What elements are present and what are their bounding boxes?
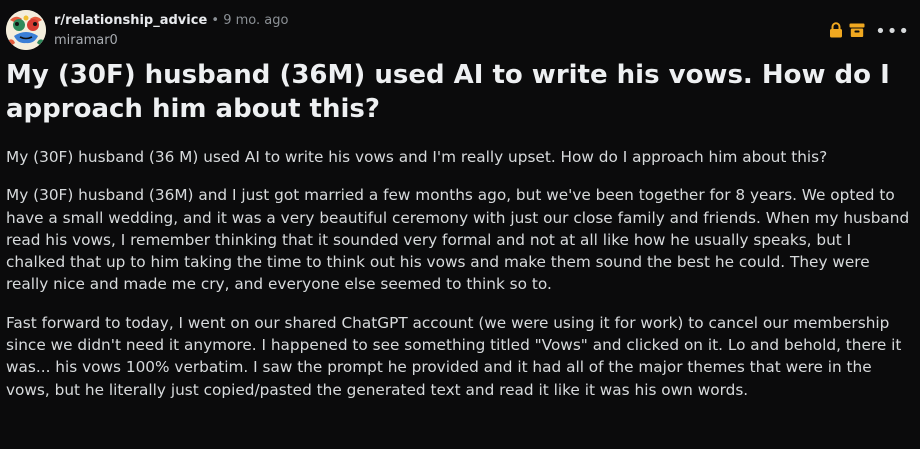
subreddit-link[interactable]: r/relationship_advice: [54, 13, 207, 28]
meta-separator: •: [211, 13, 220, 28]
author-username[interactable]: miramar0: [54, 32, 118, 49]
more-options-icon[interactable]: •••: [871, 23, 914, 41]
post-header: r/relationship_advice • 9 mo. ago mirama…: [6, 8, 914, 54]
archive-icon: [849, 22, 865, 42]
post-paragraph: My (30F) husband (36 M) used AI to write…: [6, 148, 828, 166]
post-paragraph: My (30F) husband (36M) and I just got ma…: [6, 186, 910, 294]
post-age: 9 mo. ago: [223, 13, 289, 28]
post-actions: •••: [829, 22, 914, 42]
post-body: My (30F) husband (36 M) used AI to write…: [6, 146, 912, 417]
post-title: My (30F) husband (36M) used AI to write …: [6, 60, 890, 124]
subreddit-avatar-icon: [6, 10, 46, 50]
post-paragraph: Fast forward to today, I went on our sha…: [6, 313, 902, 399]
post-meta: r/relationship_advice • 9 mo. ago: [54, 12, 288, 29]
subreddit-avatar[interactable]: [6, 10, 46, 50]
lock-icon: [829, 22, 843, 42]
